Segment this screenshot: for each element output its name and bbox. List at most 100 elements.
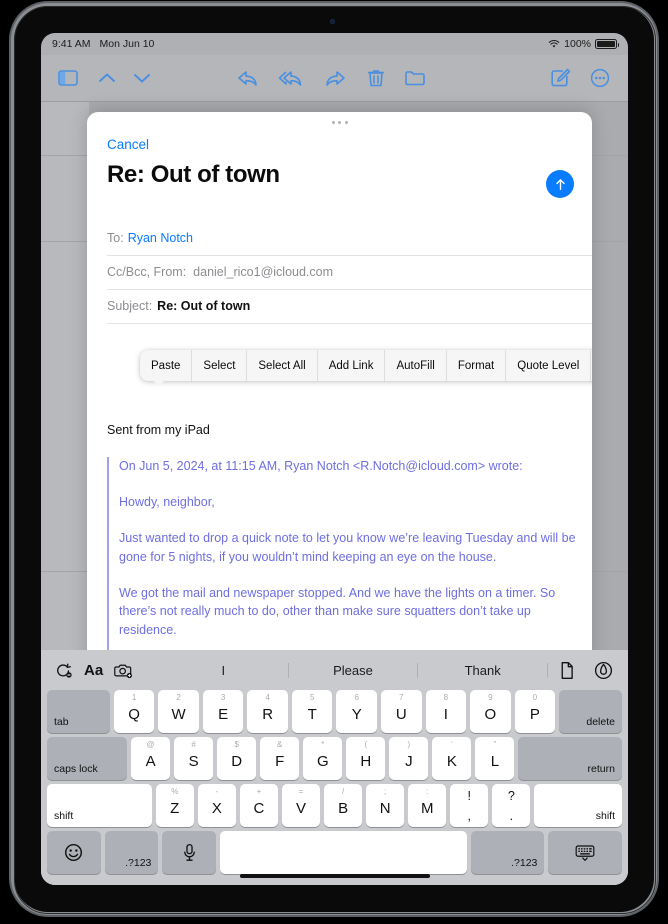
key-label: G [316, 752, 329, 770]
quote-header: On Jun 5, 2024, at 11:15 AM, Ryan Notch … [119, 459, 523, 473]
key-d[interactable]: $ D [217, 737, 257, 780]
key-dictation[interactable] [162, 831, 217, 874]
key-k[interactable]: ‘K [432, 737, 472, 780]
folder-icon[interactable] [402, 66, 428, 90]
key-emoji[interactable] [47, 831, 101, 874]
key-label: Q [128, 705, 140, 723]
key-space[interactable] [220, 831, 467, 874]
context-menu-item-select[interactable]: Select [192, 350, 248, 381]
key-e[interactable]: 3E [202, 690, 244, 733]
key-c[interactable]: + C [239, 784, 278, 827]
reply-icon[interactable] [235, 66, 261, 90]
key-label: W [171, 705, 186, 723]
key-sublabel: 7 [399, 693, 404, 702]
cc-bcc-from-label: Cc/Bcc, From: [107, 265, 187, 279]
to-recipient-token[interactable]: Ryan Notch [128, 231, 193, 245]
signature-text: Sent from my iPad [107, 423, 210, 437]
sheet-grabber[interactable] [331, 121, 348, 124]
home-indicator[interactable] [239, 874, 430, 878]
forward-icon[interactable] [322, 66, 348, 90]
key-y[interactable]: 6Y [336, 690, 378, 733]
context-menu-item-autofill[interactable]: AutoFill [385, 350, 447, 381]
subject-field[interactable]: Subject: Re: Out of town [87, 289, 592, 323]
key-shift-left[interactable]: shift [47, 784, 152, 827]
document-icon[interactable] [552, 657, 582, 683]
key-v[interactable]: = V [281, 784, 321, 827]
key-h[interactable]: (H [346, 737, 386, 780]
quote-paragraph: Just wanted to drop a quick note to let … [119, 531, 576, 564]
context-menu-item-format[interactable]: Format [447, 350, 507, 381]
key-label: Y [351, 705, 362, 723]
undo-redo-icon[interactable] [49, 657, 79, 683]
predictive-right-tools [548, 657, 618, 683]
key-i[interactable]: 8I [425, 690, 467, 733]
compose-icon[interactable] [548, 66, 574, 90]
key-comma-exclamation[interactable]: !, [450, 784, 489, 827]
send-button[interactable] [546, 170, 574, 198]
reply-all-icon[interactable] [278, 66, 304, 90]
key-f[interactable]: & F [260, 737, 300, 780]
markup-pen-icon[interactable] [588, 657, 618, 683]
key-label: P [529, 705, 540, 723]
to-field[interactable]: To: Ryan Notch [87, 221, 592, 255]
key-p[interactable]: 0P [514, 690, 556, 733]
prediction-word-2[interactable]: Please [289, 662, 419, 678]
context-menu-item-select-all[interactable]: Select All [247, 350, 318, 381]
key-tab[interactable]: tab [47, 690, 110, 733]
key-sublabel: = [298, 787, 304, 796]
key-caps-lock[interactable]: caps lock [47, 737, 128, 780]
key-sublabel: ) [407, 740, 411, 749]
key-label: H [360, 752, 372, 770]
key-g[interactable]: * G [303, 737, 343, 780]
key-label: V [295, 799, 306, 817]
key-sublabel: * [321, 740, 325, 749]
key-u[interactable]: 7U [381, 690, 422, 733]
predictive-text-bar: Aa I Please Thank [41, 650, 628, 690]
key-m[interactable]: :M [408, 784, 447, 827]
key-sublabel: 5 [309, 693, 315, 702]
context-menu-next-chevron-icon[interactable]: › [591, 350, 592, 381]
key-return[interactable]: return [518, 737, 622, 780]
key-label: S [188, 752, 199, 770]
sidebar-toggle-icon[interactable] [55, 66, 81, 90]
context-menu-item-paste[interactable]: Paste [140, 350, 193, 381]
text-format-button[interactable]: Aa [81, 662, 106, 679]
quoted-message-block[interactable]: On Jun 5, 2024, at 11:15 AM, Ryan Notch … [107, 457, 577, 671]
key-o[interactable]: 9O [470, 690, 511, 733]
key-j[interactable]: ) J [389, 737, 429, 780]
prediction-word-1[interactable]: I [159, 662, 289, 678]
key-sublabel: @ [146, 740, 155, 749]
key-hide-keyboard[interactable] [548, 831, 622, 874]
cancel-button[interactable]: Cancel [107, 137, 149, 152]
key-a[interactable]: @ A [131, 737, 171, 780]
key-x[interactable]: -X [197, 784, 236, 827]
key-numbers-left[interactable]: .?123 [104, 831, 159, 874]
key-label-bottom: . [509, 809, 514, 823]
trash-icon[interactable] [363, 66, 389, 90]
chevron-up-icon[interactable] [94, 66, 120, 90]
cc-bcc-from-field[interactable]: Cc/Bcc, From: daniel_rico1@icloud.com [87, 255, 592, 289]
key-period-question[interactable]: ?. [492, 784, 531, 827]
key-z[interactable]: % Z [155, 784, 194, 827]
status-bar-right: 100% [548, 38, 619, 50]
key-w[interactable]: 2W [158, 690, 199, 733]
to-label: To: [107, 231, 124, 245]
key-n[interactable]: ; N [366, 784, 405, 827]
key-delete[interactable]: delete [559, 690, 622, 733]
key-l[interactable]: ” L [475, 737, 515, 780]
key-s[interactable]: # S [174, 737, 214, 780]
key-t[interactable]: 5T [291, 690, 333, 733]
key-label: K [446, 752, 457, 770]
key-q[interactable]: 1Q [113, 690, 155, 733]
camera-icon[interactable] [108, 657, 138, 683]
key-numbers-right[interactable]: .?123 [470, 831, 545, 874]
battery-full-icon [595, 39, 619, 49]
more-ellipsis-icon[interactable] [587, 66, 613, 90]
chevron-down-icon[interactable] [129, 66, 155, 90]
key-shift-right[interactable]: shift [534, 784, 622, 827]
prediction-word-3[interactable]: Thank [418, 662, 549, 678]
context-menu-item-add-link[interactable]: Add Link [318, 350, 386, 381]
key-r[interactable]: 4R [247, 690, 288, 733]
context-menu-item-quote-level[interactable]: Quote Level [506, 350, 592, 381]
key-b[interactable]: / B [324, 784, 363, 827]
